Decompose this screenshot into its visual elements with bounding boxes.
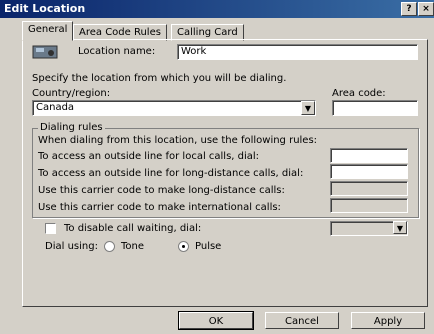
close-button[interactable]: × [418,2,434,16]
long-distance-input[interactable] [330,164,408,179]
country-label: Country/region: [32,88,111,99]
location-name-input[interactable]: Work [177,44,418,60]
carrier-intl-input[interactable] [330,198,408,213]
carrier-ld-input[interactable] [330,181,408,196]
country-select[interactable]: Canada [32,100,316,116]
title-bar: Edit Location ? × [0,0,434,18]
carrier-ld-label: Use this carrier code to make long-dista… [38,185,285,196]
pulse-label: Pulse [195,241,222,252]
dial-using-label: Dial using: [45,241,98,252]
tone-radio[interactable] [104,241,115,252]
local-calls-input[interactable] [330,148,408,163]
long-distance-label: To access an outside line for long-dista… [38,168,304,179]
specify-text: Specify the location from which you will… [32,73,287,84]
dialing-rules-intro: When dialing from this location, use the… [38,135,318,146]
local-calls-label: To access an outside line for local call… [38,151,260,162]
tone-label: Tone [121,241,145,252]
cancel-button[interactable]: Cancel [265,312,339,329]
call-waiting-chevron-icon[interactable]: ▼ [393,221,407,234]
location-name-label: Location name: [78,46,156,57]
disable-call-waiting-label: To disable call waiting, dial: [64,223,202,234]
area-code-label: Area code: [332,88,386,99]
apply-button[interactable]: Apply [351,312,425,329]
ok-button[interactable]: OK [178,311,254,330]
pulse-radio[interactable] [178,241,189,252]
window-title: Edit Location [4,2,86,15]
dialing-rules-title: Dialing rules [38,122,105,133]
disable-call-waiting-checkbox[interactable] [45,223,56,234]
tab-general[interactable]: General [22,21,74,41]
area-code-input[interactable] [332,100,418,116]
phone-location-icon [32,45,58,59]
chevron-down-icon[interactable]: ▼ [301,101,315,115]
carrier-intl-label: Use this carrier code to make internatio… [38,202,281,213]
help-button[interactable]: ? [401,2,417,16]
